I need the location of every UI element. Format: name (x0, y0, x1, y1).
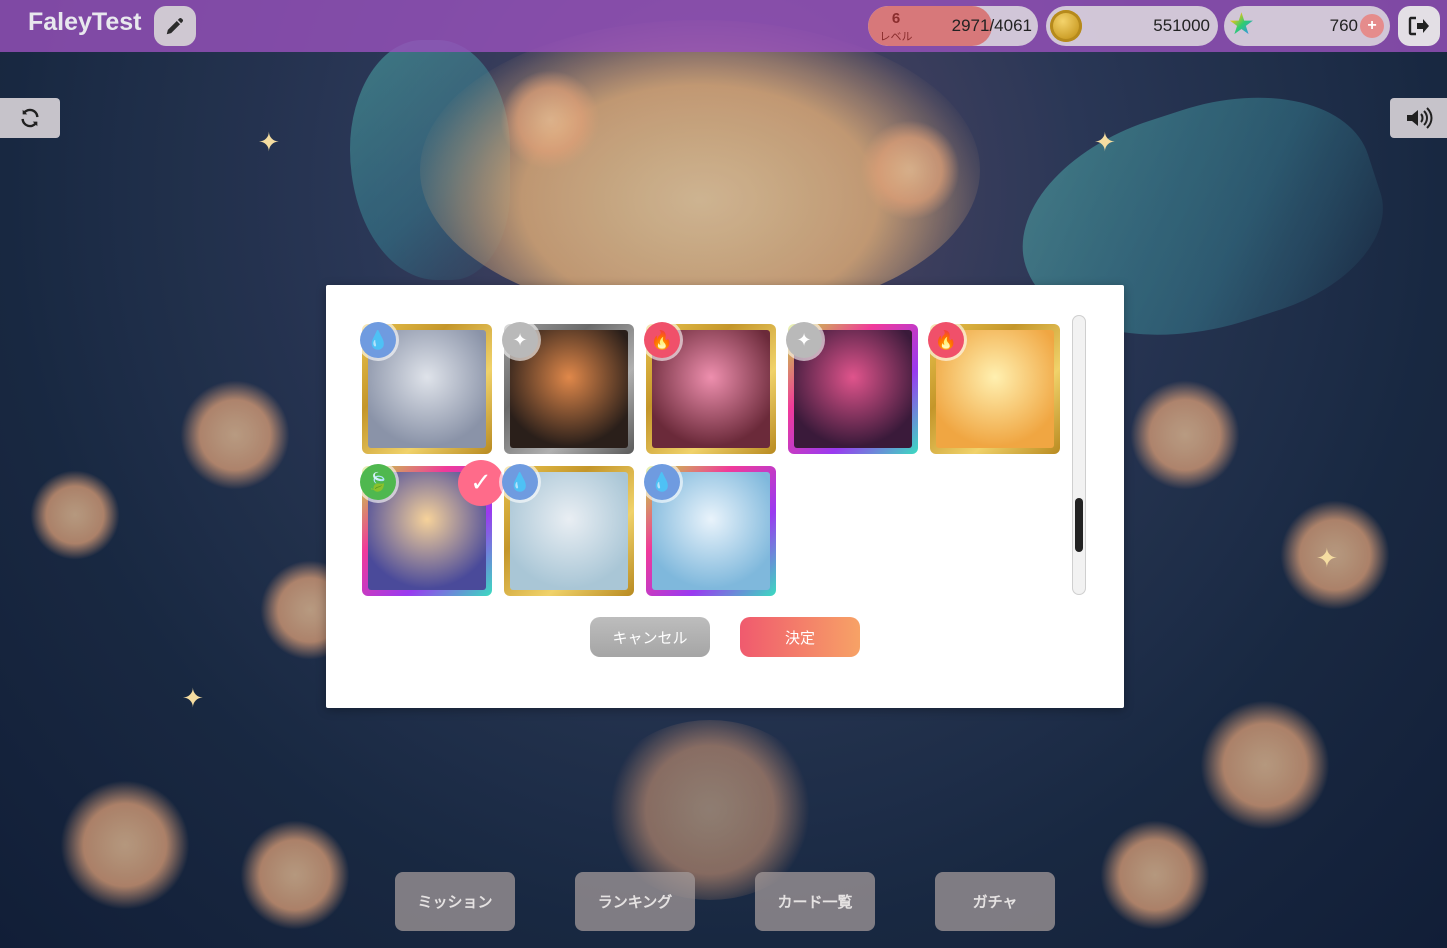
card-item[interactable]: 🍃 ✓ (360, 460, 504, 596)
fire-element-icon: 🔥 (928, 322, 964, 358)
fire-element-icon: 🔥 (644, 322, 680, 358)
card-item[interactable]: ✦ (502, 322, 634, 454)
card-item[interactable]: 🔥 (928, 322, 1060, 454)
pencil-icon (166, 18, 183, 35)
star-amount: 760 (1329, 16, 1358, 35)
scrollbar-thumb[interactable] (1075, 498, 1083, 553)
water-element-icon: 💧 (644, 464, 680, 500)
selected-check-icon: ✓ (458, 460, 504, 506)
card-grid: 💧 ✦ 🔥 ✦ 🔥 🍃 ✓ 💧 💧 (360, 322, 1072, 599)
coin-balance: 551000 (1046, 6, 1218, 46)
card-item[interactable]: 💧 (360, 322, 492, 454)
logout-button[interactable] (1398, 6, 1440, 46)
card-select-dialog: 💧 ✦ 🔥 ✦ 🔥 🍃 ✓ 💧 💧 キャンセル 決定 (326, 285, 1124, 708)
edit-name-button[interactable] (154, 6, 196, 46)
logout-icon (1408, 16, 1429, 36)
level-label: レベル (879, 31, 913, 43)
exp-text: 2971/4061 (951, 16, 1032, 35)
cancel-button[interactable]: キャンセル (590, 617, 710, 657)
water-element-icon: 💧 (360, 322, 396, 358)
level-value: 6 (891, 10, 901, 27)
card-item[interactable]: 💧 (502, 464, 634, 596)
star-icon: ★ (1228, 8, 1255, 41)
add-stars-button[interactable]: + (1360, 14, 1384, 38)
water-element-icon: 💧 (502, 464, 538, 500)
light-element-icon: ✦ (786, 322, 822, 358)
plus-icon: + (1367, 17, 1377, 34)
star-balance: ★ 760 + (1224, 6, 1390, 46)
card-grid-scrollbar[interactable] (1072, 315, 1086, 595)
card-item[interactable]: 💧 (644, 464, 776, 596)
leaf-element-icon: 🍃 (360, 464, 396, 500)
coin-icon (1050, 10, 1082, 42)
confirm-button[interactable]: 決定 (740, 617, 860, 657)
card-item[interactable]: 🔥 (644, 322, 776, 454)
coin-amount: 551000 (1153, 16, 1210, 35)
light-element-icon: ✦ (502, 322, 538, 358)
top-bar: FaleyTest 6 レベル 2971/4061 551000 ★ 760 + (0, 0, 1447, 52)
card-item[interactable]: ✦ (786, 322, 918, 454)
app-title: FaleyTest (28, 8, 142, 36)
level-exp-indicator: 6 レベル 2971/4061 (868, 6, 1038, 46)
